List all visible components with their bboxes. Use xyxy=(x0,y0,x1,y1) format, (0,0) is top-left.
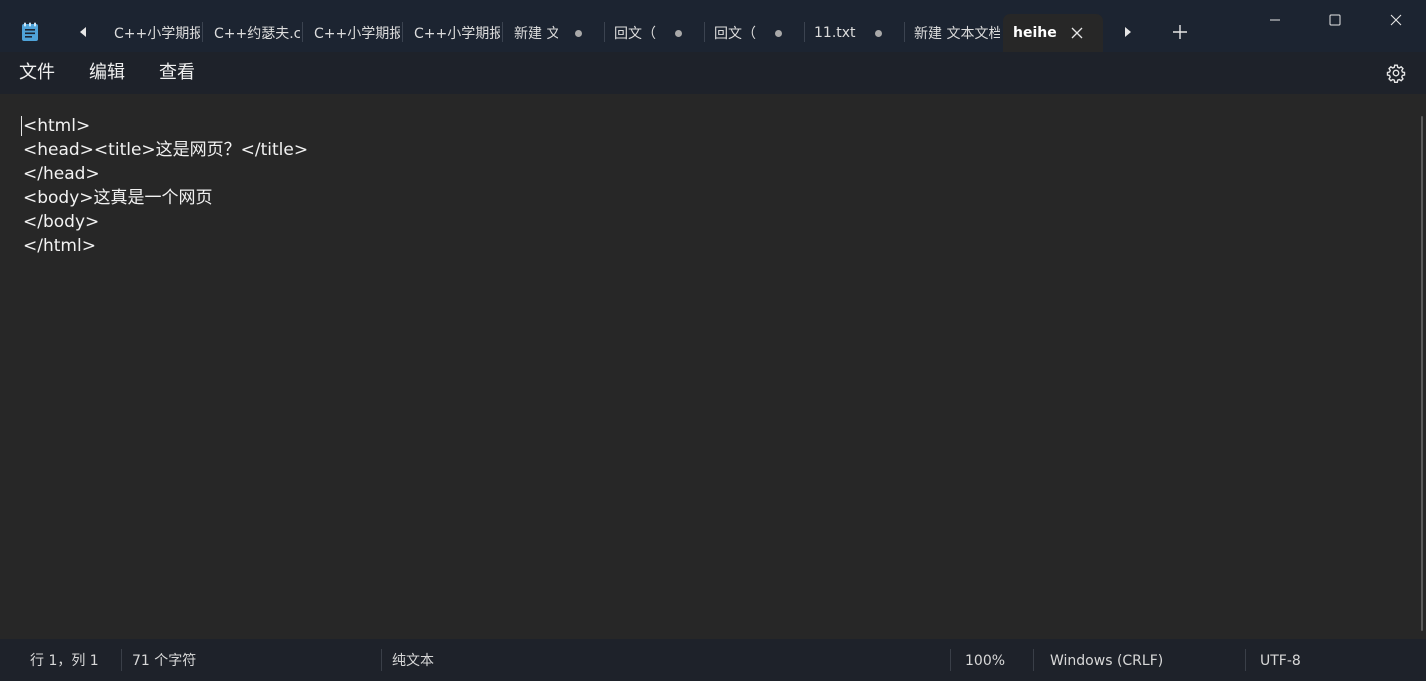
menu-view[interactable]: 查看 xyxy=(159,61,195,85)
unsaved-dot-icon xyxy=(675,30,682,37)
tab-label: heihei xyxy=(1013,25,1057,41)
encoding[interactable]: UTF-8 xyxy=(1260,652,1301,670)
gear-icon[interactable] xyxy=(1385,62,1407,84)
tab-4[interactable]: 新建 文 xyxy=(504,14,604,52)
tab-label: C++小学期报 xyxy=(114,26,200,42)
notepad-window: C++小学期报 C++约瑟夫.c C++小学期报 C++小学期报 新建 文回文（ 回文（ 1… xyxy=(0,0,1426,681)
unsaved-dot-icon xyxy=(875,30,882,37)
editor-content[interactable]: <html> <head><title>这是网页？</title> </head… xyxy=(23,114,308,258)
tab-5[interactable]: 回文（ xyxy=(604,14,704,52)
title-bar: C++小学期报 C++约瑟夫.c C++小学期报 C++小学期报 新建 文回文（ 回文（ 1… xyxy=(0,0,1426,52)
menu-file[interactable]: 文件 xyxy=(19,61,55,85)
plus-icon xyxy=(1173,25,1187,39)
text-editor[interactable]: <html> <head><title>这是网页？</title> </head… xyxy=(0,94,1426,639)
vertical-scrollbar[interactable] xyxy=(1421,94,1424,639)
text-caret xyxy=(21,116,22,136)
tab-label: 回文（ xyxy=(714,26,756,42)
char-count: 71 个字符 xyxy=(132,653,197,669)
tab-label: C++约瑟夫.c xyxy=(214,26,300,42)
scrollbar-thumb[interactable] xyxy=(1421,116,1423,631)
unsaved-dot-icon xyxy=(575,30,582,37)
status-bar: 行 1，列 1 71 个字符 纯文本 100% Windows (CRLF) U… xyxy=(0,639,1426,681)
menu-edit[interactable]: 编辑 xyxy=(89,61,125,85)
close-icon xyxy=(1390,14,1402,26)
maximize-button[interactable] xyxy=(1305,0,1365,40)
minimize-icon xyxy=(1270,19,1280,21)
unsaved-dot-icon xyxy=(775,30,782,37)
tab-8[interactable]: 新建 文本文档 xyxy=(904,14,1002,52)
triangle-left-icon xyxy=(79,27,86,37)
notepad-icon xyxy=(22,22,38,41)
cursor-position[interactable]: 行 1，列 1 xyxy=(30,652,99,670)
tab-3[interactable]: C++小学期报 xyxy=(404,14,502,52)
tab-label: 回文（ xyxy=(614,26,656,42)
tab-2[interactable]: C++小学期报 xyxy=(304,14,402,52)
maximize-icon xyxy=(1329,14,1341,26)
tab-label: 新建 文本文档 xyxy=(914,26,1000,42)
tab-label: C++小学期报 xyxy=(314,26,400,42)
scroll-tabs-left-button[interactable] xyxy=(73,22,93,42)
menu-bar: 文件 编辑 查看 xyxy=(0,52,1426,94)
close-tab-icon[interactable] xyxy=(1069,25,1085,41)
tab-label: 11.txt xyxy=(814,25,856,41)
text-format[interactable]: 纯文本 xyxy=(392,652,434,670)
close-window-button[interactable] xyxy=(1366,0,1426,40)
minimize-button[interactable] xyxy=(1245,0,1305,40)
line-ending[interactable]: Windows (CRLF) xyxy=(1050,652,1163,670)
tab-9[interactable]: heihei xyxy=(1003,14,1103,52)
tab-6[interactable]: 回文（ xyxy=(704,14,804,52)
tab-0[interactable]: C++小学期报 xyxy=(104,14,202,52)
tab-7[interactable]: 11.txt xyxy=(804,14,904,52)
tab-label: 新建 文 xyxy=(514,26,558,42)
tab-separator xyxy=(302,22,303,42)
tab-separator xyxy=(202,22,203,42)
new-tab-button[interactable] xyxy=(1168,20,1192,44)
triangle-right-icon xyxy=(1124,27,1131,37)
scroll-tabs-right-button[interactable] xyxy=(1117,22,1137,42)
tab-separator xyxy=(402,22,403,42)
zoom-level[interactable]: 100% xyxy=(965,652,1005,670)
tab-label: C++小学期报 xyxy=(414,26,500,42)
tab-separator xyxy=(502,22,503,42)
tab-1[interactable]: C++约瑟夫.c xyxy=(204,14,302,52)
